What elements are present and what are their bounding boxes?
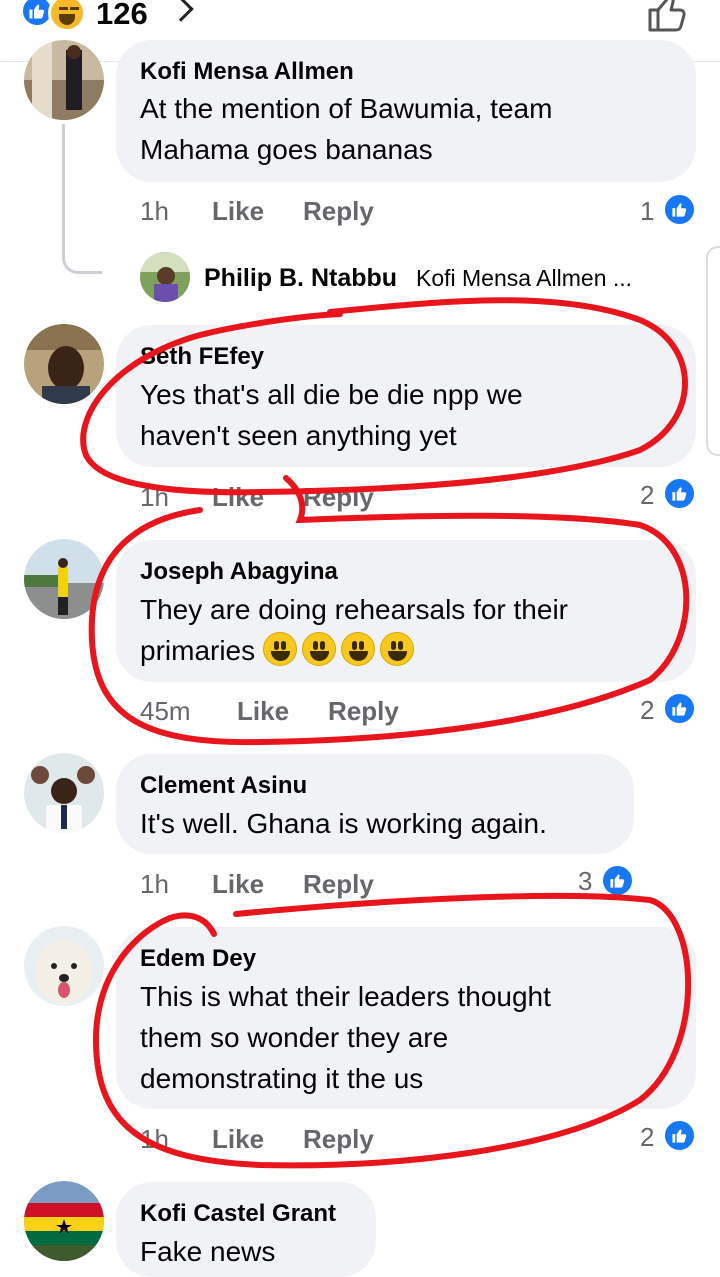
commenter-name[interactable]: Kofi Mensa Allmen <box>140 58 354 86</box>
reply-button[interactable]: Reply <box>303 869 374 900</box>
reaction-count[interactable]: 126 <box>96 0 148 32</box>
reply-button[interactable]: Reply <box>303 196 374 227</box>
like-button[interactable]: Like <box>237 696 289 727</box>
like-icon <box>601 864 634 897</box>
comment-text: They are doing rehearsals for their prim… <box>140 589 568 671</box>
commenter-name[interactable]: Clement Asinu <box>140 772 307 800</box>
thread-line <box>62 124 65 244</box>
comment-actions: 45m Like Reply <box>140 696 440 728</box>
like-button[interactable]: Like <box>212 1124 264 1155</box>
thumbs-up-outline-icon[interactable] <box>646 0 690 34</box>
reply-snippet: Kofi Mensa Allmen ... <box>416 265 633 291</box>
avatar[interactable] <box>24 40 104 120</box>
like-button[interactable]: Like <box>212 196 264 227</box>
commenter-name[interactable]: Edem Dey <box>140 945 256 973</box>
comment-bubble[interactable]: Kofi Castel Grant Fake news <box>116 1182 376 1277</box>
like-icon <box>663 193 696 226</box>
comment-actions: 1h Like Reply <box>140 1124 440 1156</box>
comment-actions: 1h Like Reply <box>140 869 440 901</box>
comment-bubble[interactable]: Seth FEfey Yes that's all die be die npp… <box>116 325 696 467</box>
comment-bubble[interactable]: Clement Asinu It's well. Ghana is workin… <box>116 754 634 854</box>
reply-button[interactable]: Reply <box>328 696 399 727</box>
reaction-count[interactable]: 1 <box>640 196 654 227</box>
reply-author[interactable]: Philip B. Ntabbu <box>204 264 397 293</box>
comment-time: 1h <box>140 482 169 512</box>
haha-icon <box>48 0 86 32</box>
like-button[interactable]: Like <box>212 869 264 900</box>
reply-button[interactable]: Reply <box>303 1124 374 1155</box>
comment-time: 45m <box>140 696 191 726</box>
comments-screen: 126 Kofi Mensa Allmen At the mention of … <box>0 0 720 1277</box>
commenter-name[interactable]: Joseph Abagyina <box>140 558 338 586</box>
comment-time: 1h <box>140 196 169 226</box>
reply-button[interactable]: Reply <box>303 482 374 513</box>
comment-time: 1h <box>140 1124 169 1154</box>
like-icon <box>663 692 696 725</box>
reaction-count[interactable]: 2 <box>640 1122 654 1153</box>
comment-text: Fake news <box>140 1236 276 1267</box>
avatar[interactable] <box>24 1181 104 1261</box>
scroll-handle[interactable] <box>706 246 720 456</box>
avatar[interactable] <box>140 252 190 302</box>
comment-text: This is what their leaders thought them … <box>140 981 551 1094</box>
reaction-count[interactable]: 3 <box>578 866 592 897</box>
reaction-count[interactable]: 2 <box>640 480 654 511</box>
chevron-right-icon[interactable] <box>168 0 194 22</box>
like-icon <box>663 1119 696 1152</box>
commenter-name[interactable]: Kofi Castel Grant <box>140 1200 336 1228</box>
grinning-emoji-icon <box>262 632 419 666</box>
comment-actions: 1h Like Reply <box>140 482 440 514</box>
comment-text: Yes that's all die be die npp we haven't… <box>140 379 523 451</box>
thread-connector <box>62 240 102 274</box>
avatar[interactable] <box>24 926 104 1006</box>
avatar[interactable] <box>24 539 104 619</box>
comment-text: It's well. Ghana is working again. <box>140 808 547 839</box>
reaction-count[interactable]: 2 <box>640 695 654 726</box>
comment-bubble[interactable]: Edem Dey This is what their leaders thou… <box>116 927 696 1109</box>
comment-time: 1h <box>140 869 169 899</box>
comment-text: At the mention of Bawumia, team Mahama g… <box>140 93 553 165</box>
like-button[interactable]: Like <box>212 482 264 513</box>
comment-actions: 1h Like Reply <box>140 196 440 228</box>
avatar[interactable] <box>24 324 104 404</box>
comment-bubble[interactable]: Joseph Abagyina They are doing rehearsal… <box>116 540 696 682</box>
comment-bubble[interactable]: Kofi Mensa Allmen At the mention of Bawu… <box>116 40 696 182</box>
commenter-name[interactable]: Seth FEfey <box>140 343 264 371</box>
avatar[interactable] <box>24 753 104 833</box>
like-icon <box>663 477 696 510</box>
